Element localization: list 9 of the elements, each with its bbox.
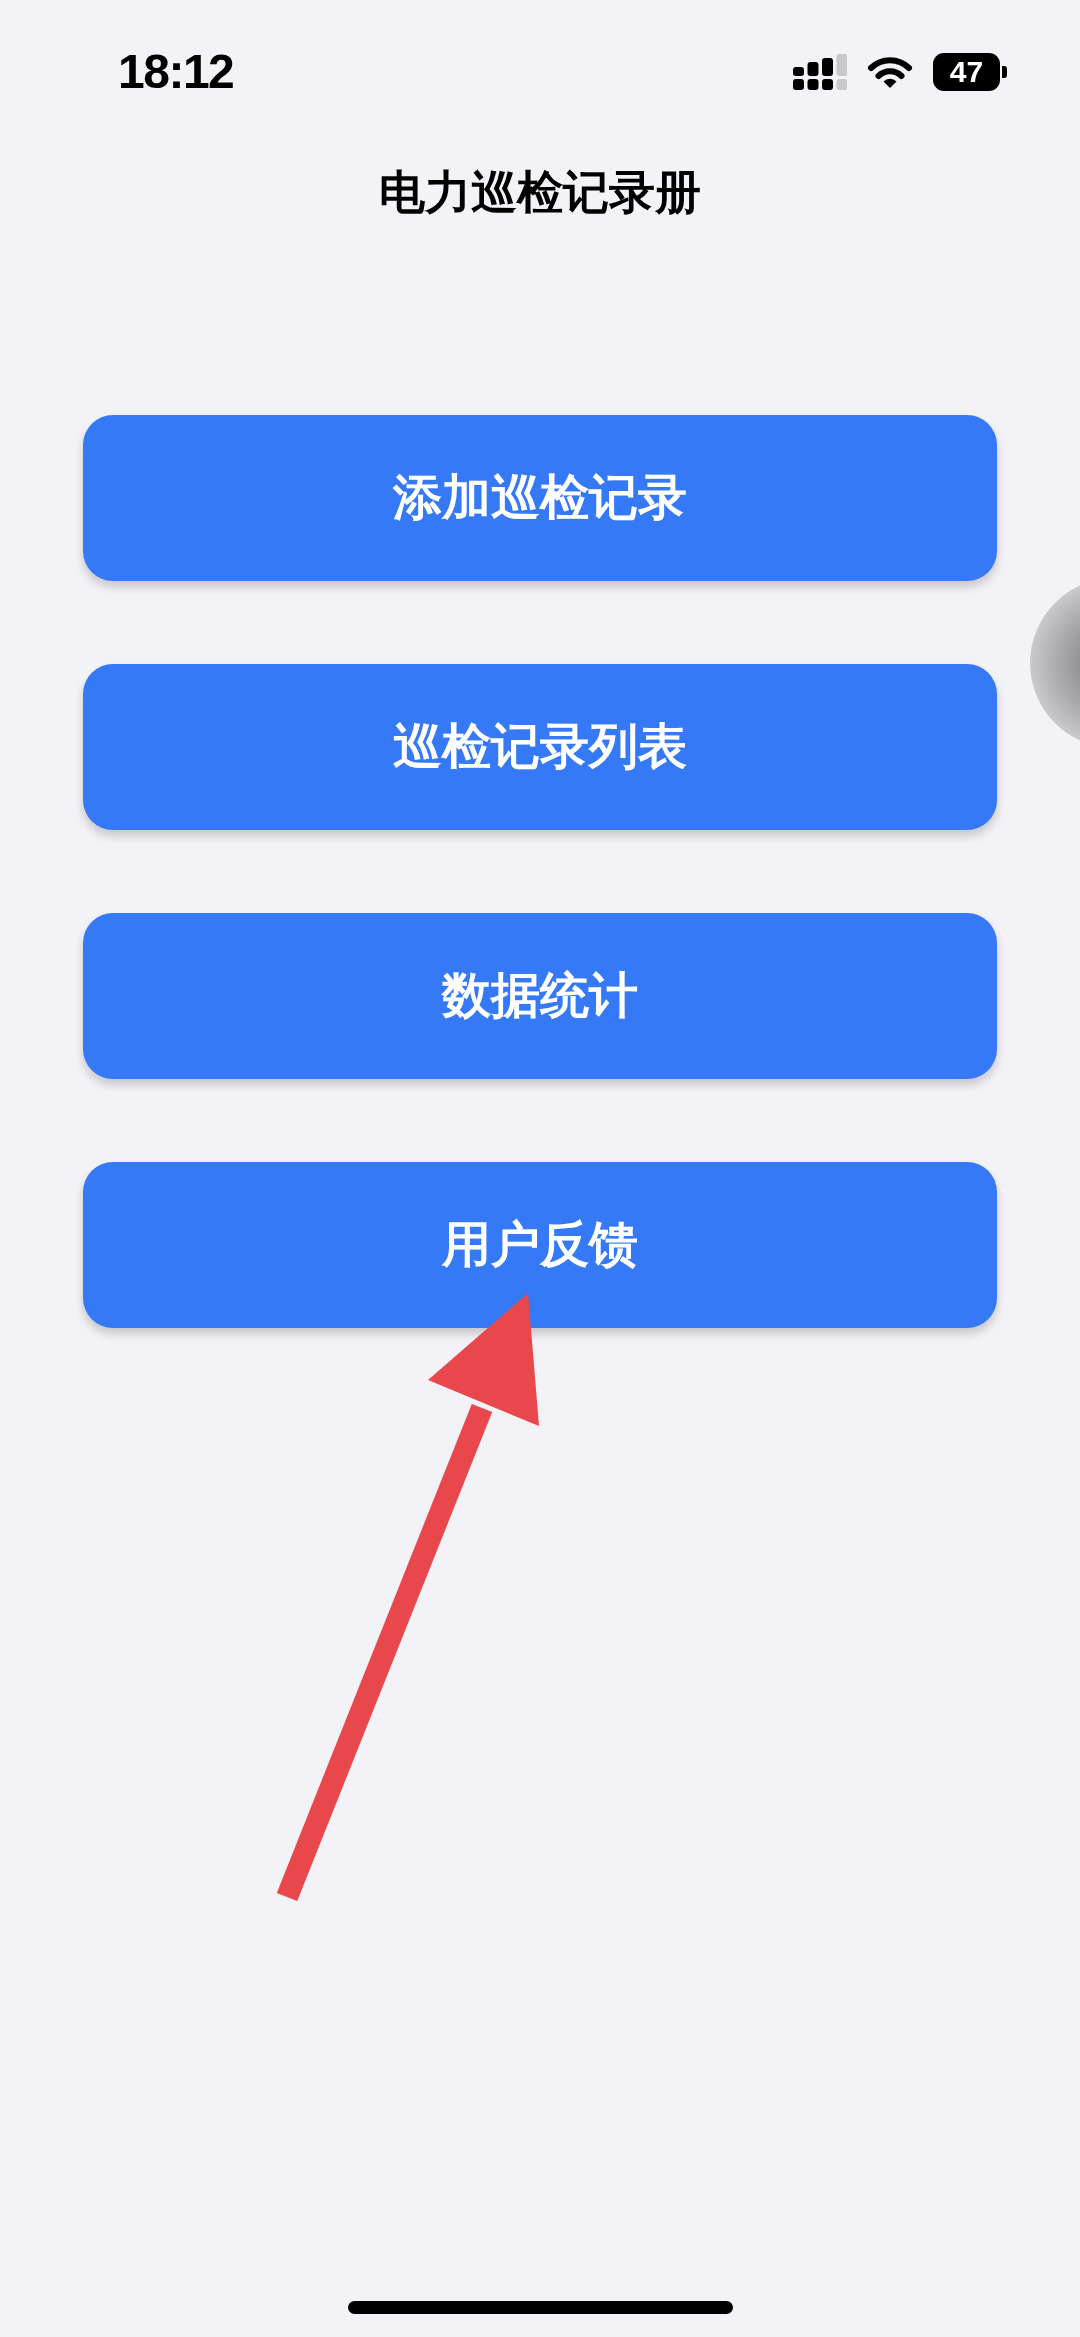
wifi-icon — [867, 55, 913, 89]
menu-button[interactable]: 数据统计 — [83, 913, 997, 1079]
menu-button[interactable]: 用户反馈 — [83, 1162, 997, 1328]
status-time: 18:12 — [118, 48, 234, 96]
menu-button[interactable]: 巡检记录列表 — [83, 664, 997, 830]
battery-indicator: 47 — [933, 53, 1007, 91]
menu-button[interactable]: 添加巡检记录 — [83, 415, 997, 581]
page-title: 电力巡检记录册 — [379, 164, 701, 221]
signal-icon — [793, 54, 847, 90]
